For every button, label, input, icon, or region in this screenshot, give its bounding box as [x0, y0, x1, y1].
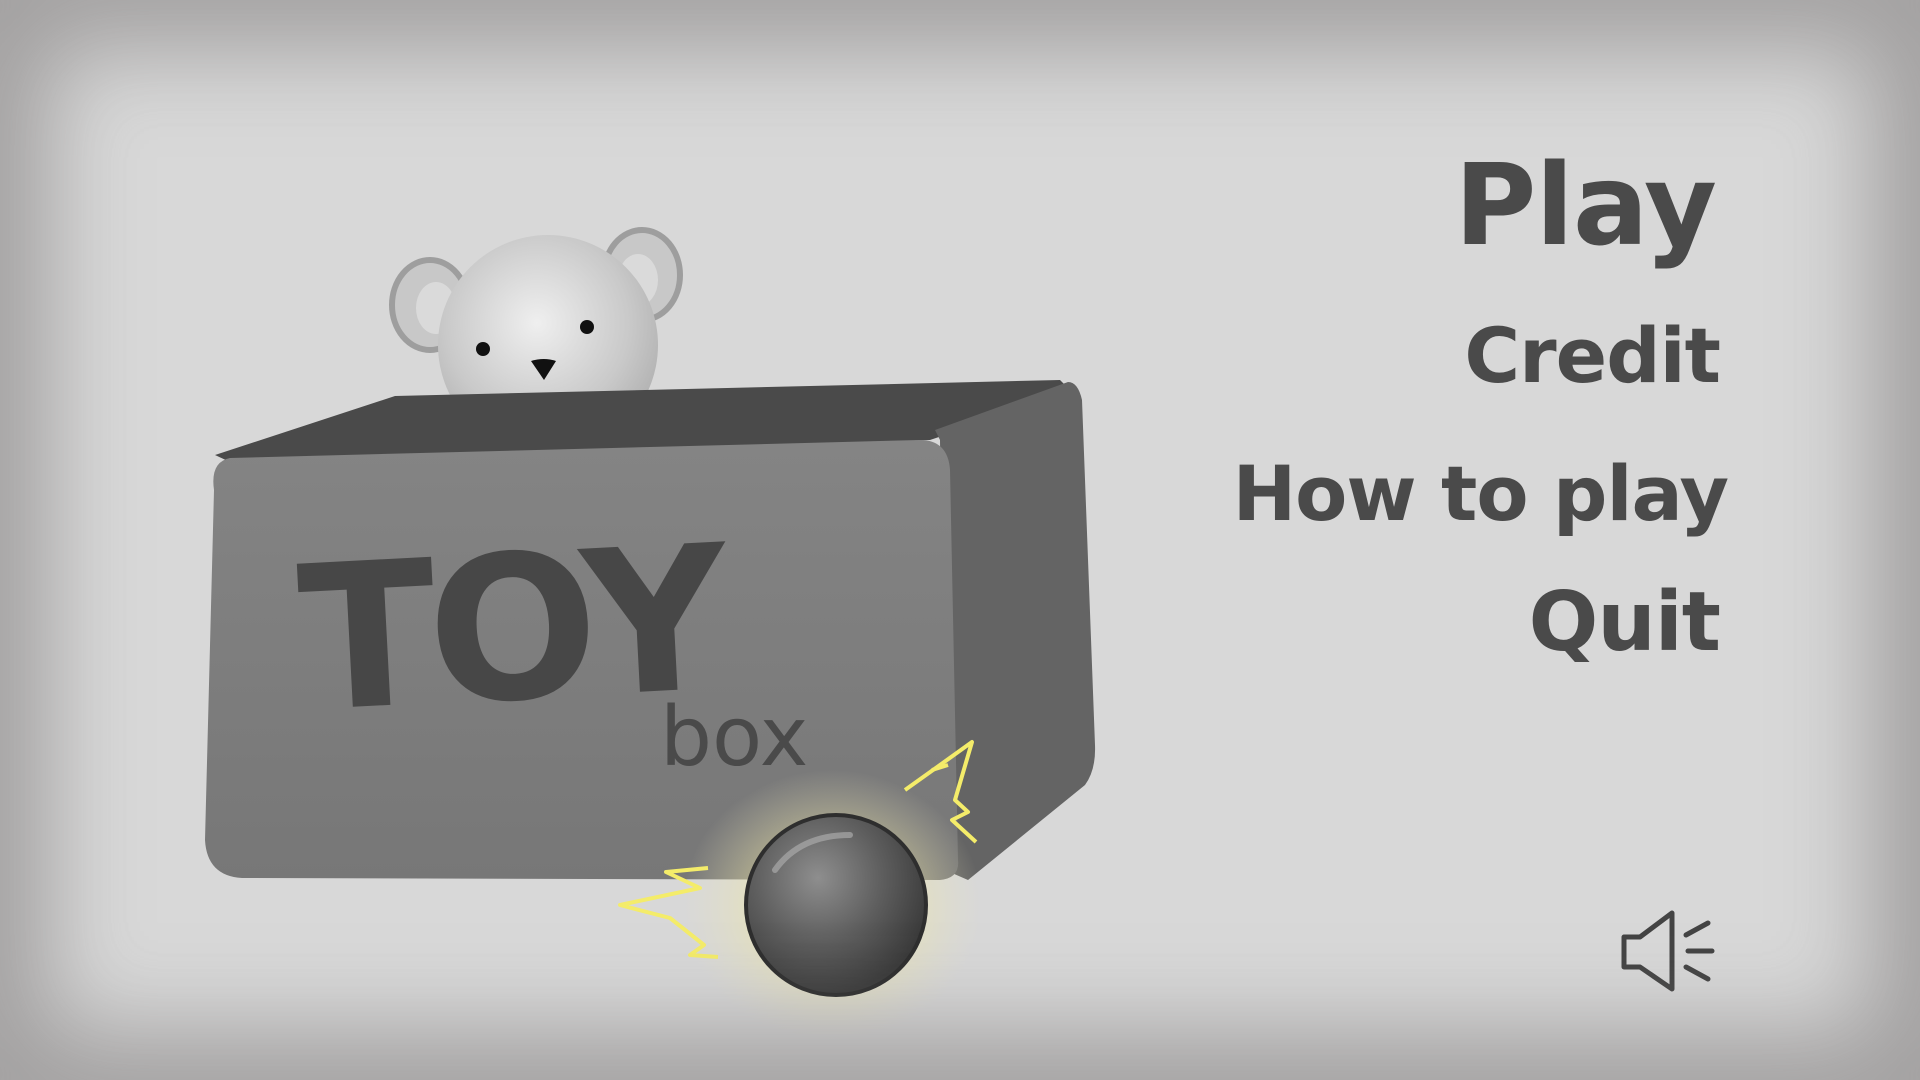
play-button[interactable]: Play — [1454, 150, 1717, 262]
main-menu: Play Credit How to play Quit — [1233, 150, 1729, 664]
glowing-ball — [744, 813, 928, 997]
how-to-play-button[interactable]: How to play — [1233, 456, 1729, 532]
sound-toggle-button[interactable] — [1616, 905, 1716, 995]
logo-title-sub: box — [660, 690, 808, 785]
speaker-icon — [1621, 910, 1715, 992]
credit-button[interactable]: Credit — [1464, 318, 1721, 394]
main-menu-screen: TOY box Play Credit How to play Quit — [0, 0, 1920, 1080]
quit-button[interactable]: Quit — [1529, 582, 1721, 664]
